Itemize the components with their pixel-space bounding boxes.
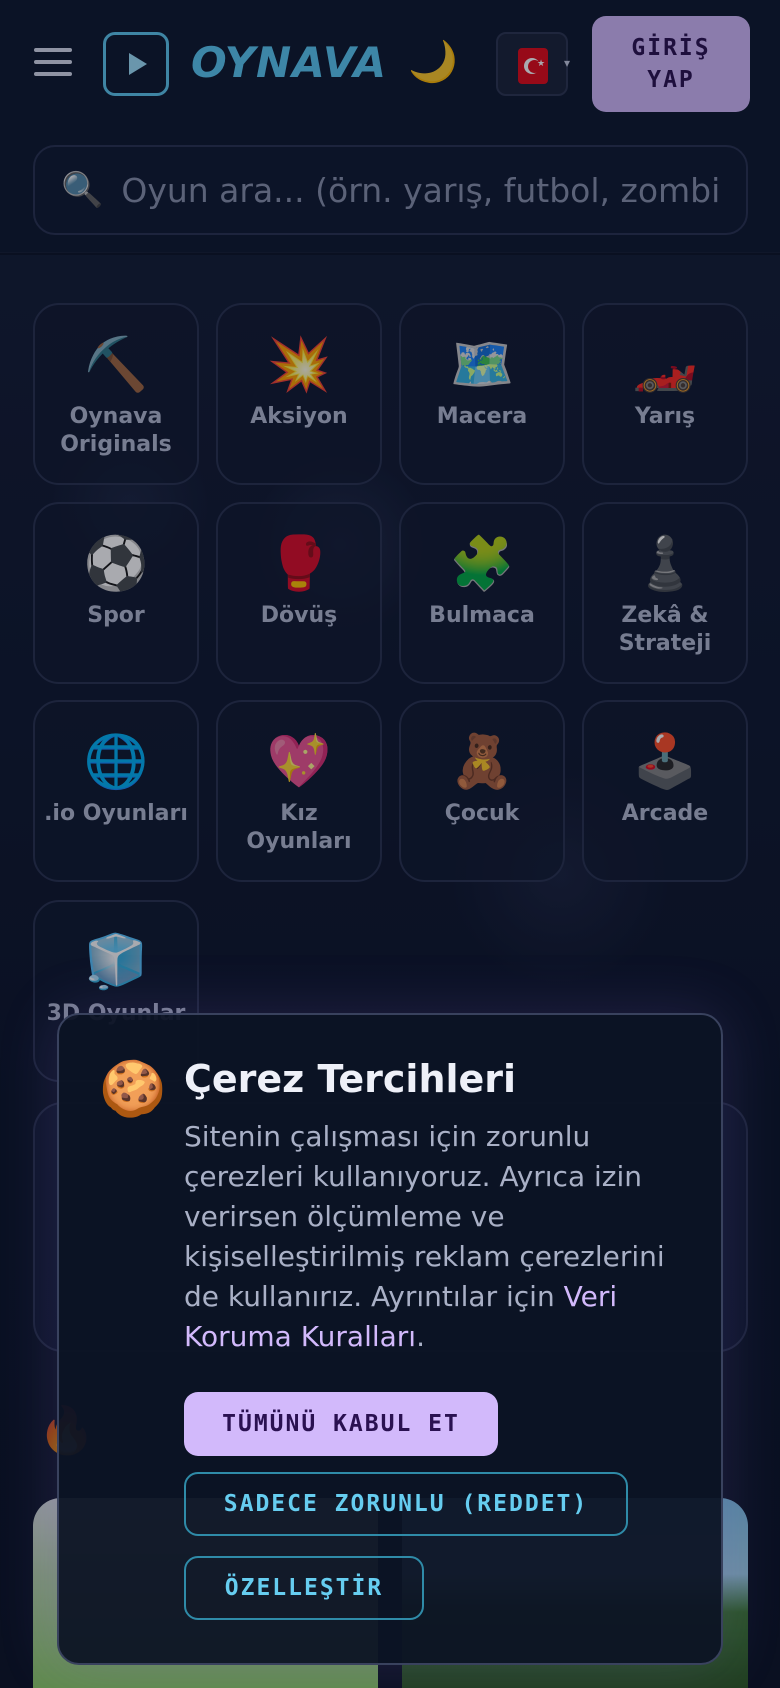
accept-all-button[interactable]: TÜMÜNÜ KABUL ET: [184, 1392, 498, 1456]
cookie-consent-dialog: 🍪 Çerez Tercihleri Sitenin çalışması içi…: [57, 1013, 723, 1665]
dialog-description: Sitenin çalışması için zorunlu çerezleri…: [184, 1117, 684, 1357]
dialog-title: Çerez Tercihleri: [184, 1057, 517, 1101]
reject-button[interactable]: SADECE ZORUNLU (REDDET): [184, 1472, 628, 1536]
cookie-icon: 🍪: [99, 1057, 167, 1120]
customize-button[interactable]: ÖZELLEŞTİR: [184, 1556, 424, 1620]
dialog-body-text-end: .: [416, 1320, 425, 1353]
